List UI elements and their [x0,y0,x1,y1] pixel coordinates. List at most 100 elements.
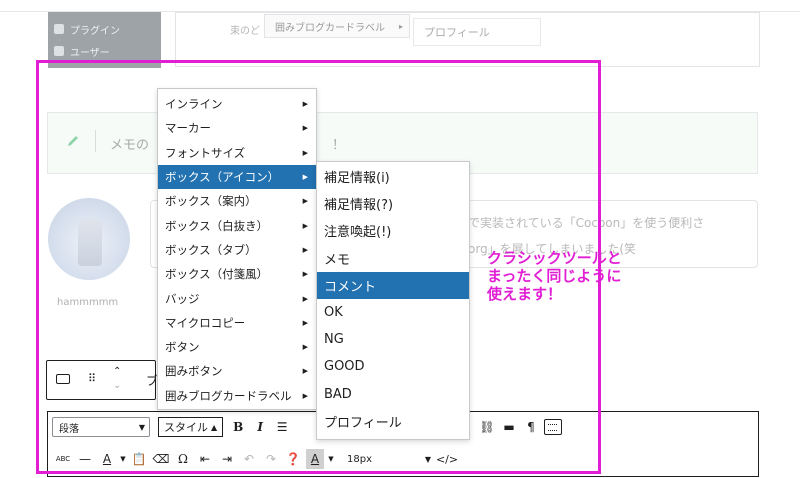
text-color-icon[interactable]: A [96,449,118,469]
menu-item-font-size[interactable]: フォントサイズ ▶ [158,141,316,165]
submenu-item-alert[interactable]: 注意喚起(!) [317,217,469,244]
menu-item-inline[interactable]: インライン ▶ [158,92,316,116]
menu-item-box-icon[interactable]: ボックス（アイコン） ▶ [158,164,316,190]
toolbar-row-1: 段落 ▼ スタイル ▲ B I ☰ [52,416,293,438]
chevron-down-icon: ▼ [424,454,431,464]
menu-item-blogcard-label[interactable]: 囲みブログカードラベル ▶ [158,384,316,408]
menu-item-box-tab[interactable]: ボックス（タブ） ▶ [158,238,316,262]
box-icon-submenu: 補足情報(i) 補足情報(?) 注意喚起(!) メモ コメント OK NG GO… [316,161,470,440]
menu-item-marker[interactable]: マーカー ▶ [158,116,316,140]
menu-item-label: インライン [165,97,223,112]
submenu-item-info[interactable]: 補足情報(i) [317,163,469,190]
toolbar-row-2: ABC — A ▼ 📋 ⌫ Ω ⇤ ⇥ ↶ ↷ ❓ A ▼ 18px ▼ </> [52,448,458,470]
chevron-down-icon[interactable]: ▼ [324,449,338,469]
chevron-right-icon: ▶ [302,367,308,376]
redo-icon[interactable]: ↷ [260,449,282,469]
submenu-item-bad[interactable]: BAD [317,381,469,408]
memo-divider [95,130,96,152]
background-menu-label: 囲みブログカードラベル [275,22,385,34]
menu-item-box-guide[interactable]: ボックス（案内） ▶ [158,189,316,213]
special-character-icon[interactable]: Ω [172,449,194,469]
format-select-value: 段落 [59,423,79,435]
sidebar-item-label: プラグイン [70,25,120,37]
avatar [48,198,130,280]
memo-text: メモの [110,138,150,153]
code-icon[interactable]: </> [436,449,458,469]
bubble-text-line: で実装されている「Cocoon」を使う便利さ [468,216,705,230]
submenu-item-question[interactable]: 補足情報(?) [317,190,469,217]
top-bar [0,0,800,12]
menu-item-button[interactable]: ボタン ▶ [158,335,316,359]
horizontal-rule-icon[interactable]: — [74,449,96,469]
menu-item-label: 囲みブログカードラベル [165,388,292,403]
annotation-text: クラシックツールと まったく同じように 使えます！ [487,249,622,303]
clear-formatting-icon[interactable]: ⌫ [150,449,172,469]
menu-item-microcopy[interactable]: マイクロコピー ▶ [158,311,316,335]
undo-icon[interactable]: ↶ [238,449,260,469]
menu-item-label: ボックス（アイコン） [165,170,280,185]
style-menu: インライン ▶ マーカー ▶ フォントサイズ ▶ ボックス（アイコン） ▶ ボックス（案… [157,88,317,410]
chevron-right-icon: ▶ [302,124,308,133]
chevron-down-icon[interactable]: ▼ [118,449,128,469]
memo-text-suffix: ！ [332,138,346,153]
chevron-right-icon: ▶ [302,318,308,327]
menu-item-label: マーカー [165,121,211,136]
font-size-select[interactable]: 18px ▼ [340,449,436,469]
submenu-item-good[interactable]: GOOD [317,353,469,380]
menu-item-wrap-button[interactable]: 囲みボタン ▶ [158,359,316,383]
move-down-button[interactable]: ⌄ [113,380,121,391]
caret-up-icon: ▲ [211,422,218,432]
menu-item-label: マイクロコピー [165,315,246,330]
plugin-icon [54,24,64,34]
menu-item-label: ボックス（付箋風） [165,267,269,282]
format-select[interactable]: 段落 ▼ [52,417,150,437]
submenu-item-ok[interactable]: OK [317,299,469,326]
submenu-item-profile[interactable]: プロフィール [317,408,469,435]
italic-icon[interactable]: I [249,417,271,437]
menu-item-label: ボタン [165,340,200,355]
chevron-right-icon: ▸ [399,21,404,31]
outdent-icon[interactable]: ⇤ [194,449,216,469]
background-color-icon[interactable]: A [306,449,324,469]
strikethrough-icon[interactable]: ABC [52,449,74,469]
unlink-icon[interactable]: ⛓ [476,417,498,437]
chevron-right-icon: ▶ [302,391,308,400]
menu-item-box-sticky[interactable]: ボックス（付箋風） ▶ [158,262,316,286]
menu-item-badge[interactable]: バッジ ▶ [158,286,316,310]
chevron-right-icon: ▶ [302,294,308,303]
submenu-item-ng[interactable]: NG [317,326,469,353]
background-menu-item: 囲みブログカードラベル ▸ [264,14,410,38]
sidebar-item-users[interactable]: ユーザー [54,42,110,60]
toolbar-row-1-right: ⛓ ▬ ¶ [476,416,564,438]
paste-icon[interactable]: 📋 [128,449,150,469]
keyboard-icon[interactable] [56,374,70,384]
help-icon[interactable]: ❓ [282,449,304,469]
bold-icon[interactable]: B [227,417,249,437]
user-icon [54,46,64,56]
chevron-right-icon: ▶ [302,245,308,254]
chevron-right-icon: ▶ [302,100,308,109]
menu-item-label: フォントサイズ [165,145,246,160]
font-size-value: 18px [347,453,372,465]
chevron-right-icon: ▶ [302,173,308,182]
menu-item-label: バッジ [165,291,200,306]
paste-text-icon[interactable]: ¶ [520,417,542,437]
sidebar-item-plugins[interactable]: プラグイン [54,20,120,38]
sidebar-item-label: ユーザー [70,47,110,59]
background-submenu-item: プロフィール [413,18,541,46]
read-more-icon[interactable]: ▬ [498,417,520,437]
chevron-right-icon: ▶ [302,197,308,206]
drag-handle-icon[interactable]: ⠿ [88,372,96,385]
submenu-item-comment[interactable]: コメント [317,271,469,299]
style-button-label: スタイル [164,421,208,434]
admin-sidebar: プラグイン ユーザー [48,12,161,68]
bullet-list-icon[interactable]: ☰ [271,417,293,437]
style-button[interactable]: スタイル ▲ [158,417,224,437]
menu-item-box-outline[interactable]: ボックス（白抜き） ▶ [158,213,316,237]
menu-item-label: 囲みボタン [165,364,223,379]
toolbar-toggle-icon[interactable] [542,417,564,437]
indent-icon[interactable]: ⇥ [216,449,238,469]
submenu-item-memo[interactable]: メモ [317,245,469,272]
move-up-button[interactable]: ⌃ [113,366,121,377]
menu-item-label: ボックス（白抜き） [165,218,269,233]
